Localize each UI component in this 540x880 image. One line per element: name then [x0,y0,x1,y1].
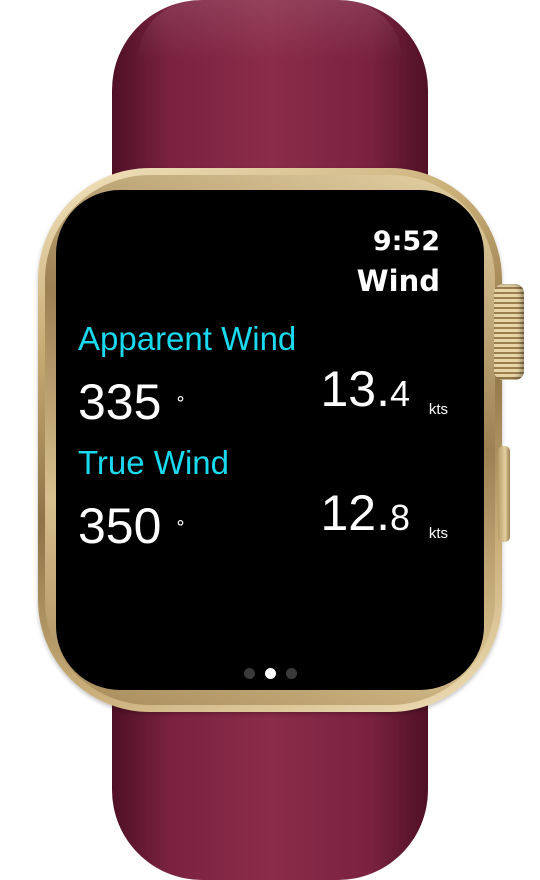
watch-screen: 9:52 Wind Apparent Wind 335 ° 13.4 kts T… [56,190,484,690]
true-wind-degree-unit: ° [176,517,185,538]
true-wind-speed-unit: kts [428,525,448,542]
true-wind-label: True Wind [78,444,229,481]
apparent-wind-degree-unit: ° [176,393,185,414]
status-time: 9:52 [372,226,440,257]
page-dot[interactable] [243,668,255,679]
apparent-wind-speed-unit: kts [428,401,448,418]
page-dot[interactable] [264,668,276,679]
page-dot[interactable] [285,668,297,679]
apparent-wind-direction: 335 [78,374,162,430]
true-wind-speed: 12.8 [320,485,410,541]
true-wind-row: 350 ° 12.8 kts [78,485,448,554]
true-wind-direction: 350 [78,498,162,554]
side-button[interactable] [498,446,510,542]
apparent-wind-speed: 13.4 [320,361,410,417]
watch-band-bottom [112,690,428,880]
apparent-wind-row: 335 ° 13.4 kts [78,361,448,430]
apparent-wind-label: Apparent Wind [78,320,297,357]
page-indicator[interactable] [56,668,484,682]
app-title: Wind [356,264,440,298]
digital-crown[interactable] [494,284,524,380]
